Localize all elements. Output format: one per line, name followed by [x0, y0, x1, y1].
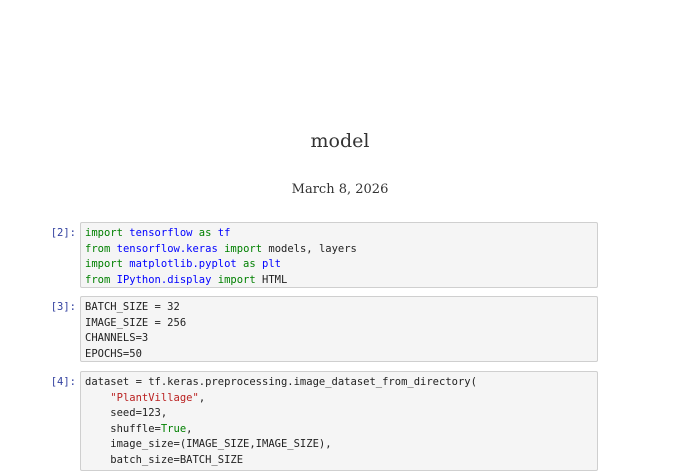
code-token: , [186, 422, 193, 435]
code-line: seed=123, [85, 406, 593, 422]
code-token: as [236, 258, 263, 270]
code-token: IMAGE_SIZE = 256 [85, 316, 187, 329]
code-token: image_size=(IMAGE_SIZE,IMAGE_SIZE), [85, 438, 332, 450]
code-token: HTML [255, 273, 288, 286]
code-line: EPOCHS=50 [85, 347, 593, 362]
code-lines: BATCH_SIZE = 32 IMAGE_SIZE = 256 CHANNELS=… [85, 300, 593, 362]
cell-prompt: [3]: [50, 301, 76, 313]
code-lines: dataset = tf.keras.preprocessing.image_d… [85, 375, 593, 468]
document-title: model [310, 130, 370, 152]
code-token: from [85, 273, 111, 286]
code-token: tensorflow [129, 227, 193, 239]
code-token: dataset = tf.keras.preprocessing.image_d… [85, 376, 477, 388]
code-token: batch_size=BATCH_SIZE [85, 453, 244, 466]
code-line: import matplotlib.pyplot as plt [85, 257, 593, 273]
code-token: seed=123, [85, 407, 168, 419]
code-line: IMAGE_SIZE = 256 [85, 316, 593, 332]
code-lines: import tensorflow as tf from tensorflow.k… [85, 226, 593, 288]
code-token: EPOCHS=50 [85, 347, 142, 360]
code-line: from tensorflow.keras import models, lay… [85, 242, 593, 258]
code-token: "PlantVillage" [110, 391, 199, 404]
code-token: tensorflow.keras [116, 242, 218, 255]
code-line: image_size=(IMAGE_SIZE,IMAGE_SIZE), [85, 437, 593, 453]
code-token: tf [217, 227, 231, 239]
code-token: models, layers [262, 242, 357, 255]
code-input[interactable]: dataset = tf.keras.preprocessing.image_d… [80, 371, 598, 471]
code-token: import [217, 242, 263, 255]
cell-prompt: [2]: [50, 227, 76, 239]
code-token: import [85, 227, 123, 239]
code-token: True [160, 422, 187, 435]
code-token: import [211, 273, 256, 286]
code-input[interactable]: BATCH_SIZE = 32 IMAGE_SIZE = 256 CHANNELS=… [80, 296, 598, 362]
document-date: March 8, 2026 [291, 182, 389, 197]
cell-prompt: [4]: [50, 376, 76, 388]
code-token: , [198, 391, 206, 404]
code-line: import tensorflow as tf [85, 226, 593, 242]
code-line: CHANNELS=3 [85, 331, 593, 347]
code-token: shuffle= [85, 422, 161, 435]
code-token: BATCH_SIZE = 32 [85, 301, 180, 313]
code-line: shuffle=True, [85, 422, 593, 438]
code-token: CHANNELS=3 [85, 332, 149, 344]
code-token: import [85, 258, 123, 270]
code-token: plt [262, 258, 281, 270]
code-token: from [85, 242, 111, 255]
code-line: dataset = tf.keras.preprocessing.image_d… [85, 375, 593, 391]
code-token: IPython.display [116, 273, 212, 286]
code-line: BATCH_SIZE = 32 [85, 300, 593, 316]
code-input[interactable]: import tensorflow as tf from tensorflow.k… [80, 222, 598, 288]
code-line: batch_size=BATCH_SIZE [85, 453, 593, 469]
code-line: from IPython.display import HTML [85, 273, 593, 288]
code-token: as [192, 227, 218, 239]
code-token: matplotlib.pyplot [129, 258, 237, 270]
code-line: "PlantVillage", [85, 391, 593, 407]
